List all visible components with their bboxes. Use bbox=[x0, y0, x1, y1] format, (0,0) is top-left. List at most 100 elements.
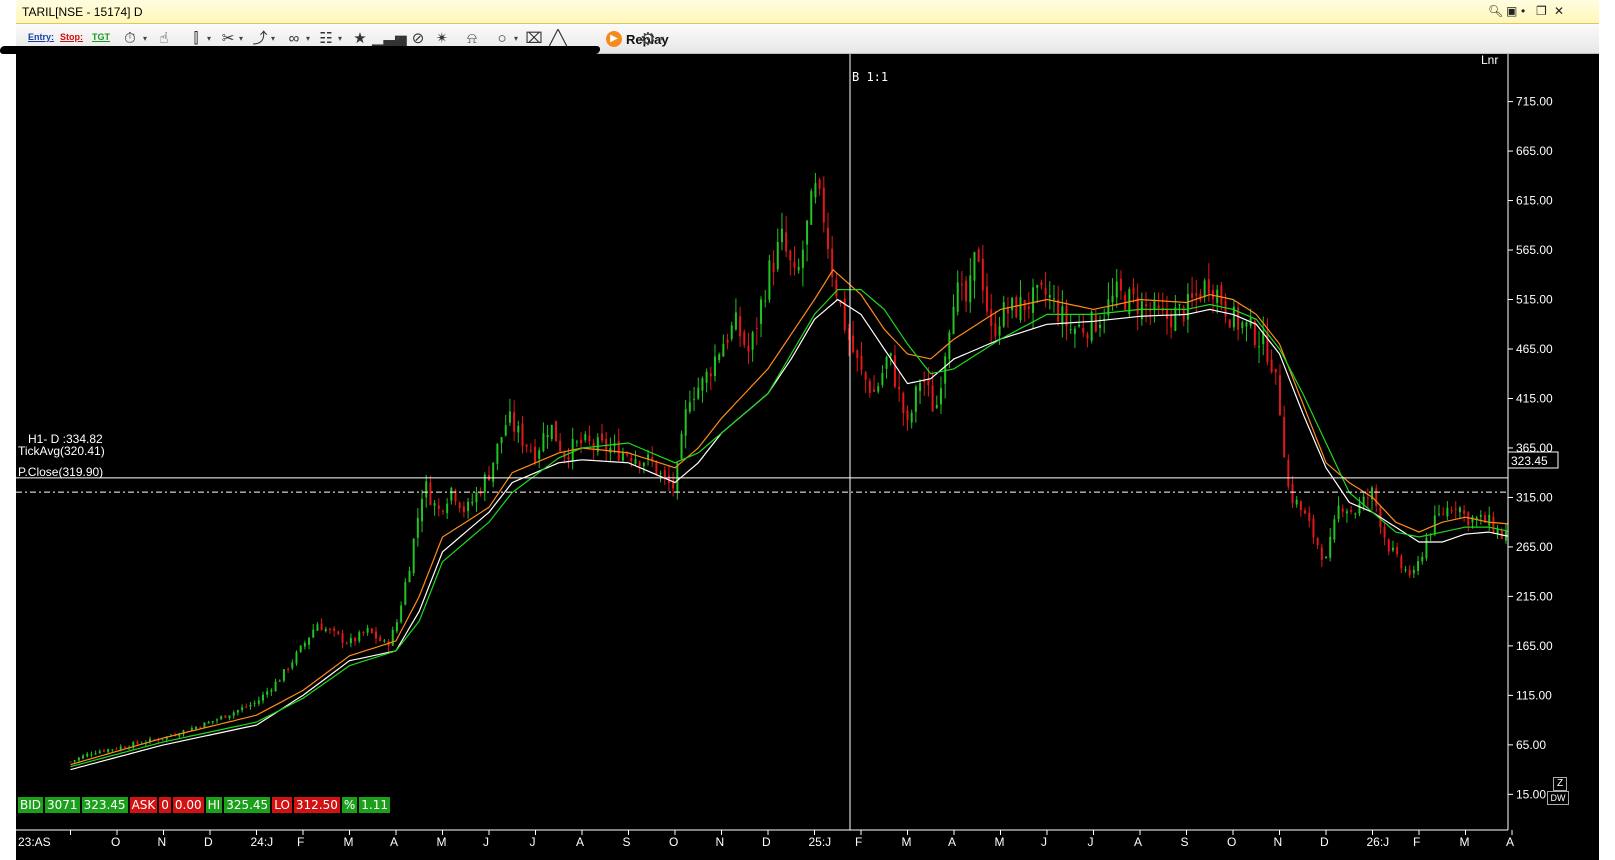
candle-body bbox=[881, 372, 884, 385]
candle-body bbox=[1437, 513, 1440, 515]
candle-body bbox=[249, 704, 252, 707]
candle-body bbox=[1036, 284, 1039, 288]
time-tick-label: S bbox=[623, 835, 631, 849]
candle-body bbox=[785, 232, 788, 252]
time-tick-label: D bbox=[762, 835, 771, 849]
candle-body bbox=[1417, 561, 1420, 571]
candle-body bbox=[1454, 508, 1457, 510]
time-tick-label: F bbox=[855, 835, 862, 849]
chevron-down-icon[interactable]: ▾ bbox=[660, 34, 664, 43]
chevron-down-icon[interactable]: ▾ bbox=[271, 34, 275, 43]
time-tick-label: O bbox=[669, 835, 678, 849]
time-tick-label: D bbox=[204, 835, 213, 849]
price-tick-label: 615.00 bbox=[1516, 194, 1553, 208]
candle-body bbox=[580, 439, 583, 444]
search-icon[interactable]: 🔍︎ bbox=[1488, 4, 1503, 18]
candle-body bbox=[1094, 315, 1097, 332]
restore-icon[interactable]: ❐ bbox=[1536, 4, 1547, 18]
candle-body bbox=[1207, 279, 1210, 294]
quote-bar: BID 3071 323.45 ASK 0 0.00 HI 325.45 LO … bbox=[18, 797, 391, 813]
chevron-down-icon[interactable]: ▾ bbox=[396, 34, 400, 43]
candle-body bbox=[1358, 503, 1361, 514]
settings-gear-icon[interactable]: ⚙︎ bbox=[638, 29, 658, 49]
dw-toggle[interactable]: DW bbox=[1547, 791, 1569, 805]
candle-body bbox=[1090, 311, 1093, 341]
candle-body bbox=[864, 372, 867, 380]
candle-body bbox=[119, 746, 122, 750]
candle-body bbox=[1312, 518, 1315, 538]
entry-button[interactable]: Entry: bbox=[28, 32, 54, 42]
chevron-down-icon[interactable]: ▾ bbox=[514, 34, 518, 43]
candle-body bbox=[588, 435, 591, 442]
candle-body bbox=[513, 412, 516, 432]
chevron-down-icon[interactable]: ▾ bbox=[143, 34, 147, 43]
tgt-button[interactable]: TGT bbox=[92, 32, 110, 42]
candle-body bbox=[1366, 497, 1369, 499]
candle-body bbox=[462, 506, 465, 513]
candle-body bbox=[776, 242, 779, 270]
candle-body bbox=[1337, 505, 1340, 520]
price-tick-label: 415.00 bbox=[1516, 391, 1553, 405]
candle-body bbox=[818, 179, 821, 190]
candle-body bbox=[755, 327, 758, 329]
candle-body bbox=[877, 386, 880, 392]
candle-body bbox=[375, 631, 378, 639]
price-tick-label: 665.00 bbox=[1516, 144, 1553, 158]
zoom-toggle[interactable]: Z bbox=[1553, 777, 1567, 791]
candle-body bbox=[1149, 310, 1152, 312]
chevron-down-icon[interactable]: ▾ bbox=[338, 34, 342, 43]
candle-body bbox=[1078, 324, 1081, 327]
time-tick-label: A bbox=[390, 835, 398, 849]
candle-body bbox=[914, 386, 917, 412]
candle-body bbox=[1316, 538, 1319, 546]
candle-body bbox=[1157, 305, 1160, 309]
minimize-icon[interactable]: • bbox=[1521, 4, 1525, 18]
candle-body bbox=[1048, 295, 1051, 298]
close-icon[interactable]: ✕ bbox=[1554, 4, 1564, 18]
price-chart[interactable]: 715.00 665.00 615.00 565.00 515.00 465.00 415.… bbox=[16, 54, 1599, 860]
candle-body bbox=[496, 443, 499, 464]
candle-body bbox=[324, 629, 327, 632]
candle-body bbox=[860, 355, 863, 371]
lo-value: 312.50 bbox=[293, 797, 340, 813]
monitor-icon[interactable]: ▣ bbox=[1506, 4, 1517, 18]
candle-body bbox=[797, 266, 800, 271]
replay-icon: ▶ bbox=[606, 31, 622, 47]
candle-body bbox=[693, 398, 696, 400]
candle-body bbox=[856, 350, 859, 358]
candle-body bbox=[1283, 417, 1286, 458]
chevron-down-icon[interactable]: ▾ bbox=[239, 34, 243, 43]
candle-body bbox=[902, 392, 905, 414]
time-tick-label: D bbox=[1320, 835, 1329, 849]
candle-body bbox=[772, 262, 775, 272]
candle-body bbox=[207, 721, 210, 724]
candle-body bbox=[195, 726, 198, 729]
candle-body bbox=[1446, 507, 1449, 517]
candle-body bbox=[1002, 302, 1005, 327]
candle-body bbox=[1458, 507, 1461, 513]
stop-button[interactable]: Stop: bbox=[60, 32, 83, 42]
candle-body bbox=[1086, 334, 1089, 339]
candle-body bbox=[1258, 346, 1261, 348]
candle-body bbox=[688, 402, 691, 412]
candle-body bbox=[1387, 539, 1390, 552]
candle-body bbox=[1404, 569, 1407, 571]
chevron-down-icon[interactable]: ▾ bbox=[207, 34, 211, 43]
chevron-down-icon[interactable]: ▾ bbox=[306, 34, 310, 43]
candle-body bbox=[90, 754, 93, 756]
candle-body bbox=[370, 628, 373, 633]
candle-body bbox=[199, 727, 202, 729]
candle-body bbox=[1174, 307, 1177, 331]
candle-body bbox=[1463, 510, 1466, 514]
candle-body bbox=[534, 446, 537, 463]
candle-body bbox=[1061, 306, 1064, 325]
candle-body bbox=[538, 450, 541, 459]
candle-body bbox=[500, 437, 503, 444]
candle-body bbox=[421, 499, 424, 522]
candle-body bbox=[919, 382, 922, 392]
candle-body bbox=[659, 472, 662, 474]
candle-body bbox=[1325, 556, 1327, 559]
chart-canvas[interactable]: 715.00 665.00 615.00 565.00 515.00 465.00 415.… bbox=[16, 54, 1599, 860]
candle-body bbox=[1274, 368, 1277, 373]
candle-body bbox=[885, 356, 888, 369]
